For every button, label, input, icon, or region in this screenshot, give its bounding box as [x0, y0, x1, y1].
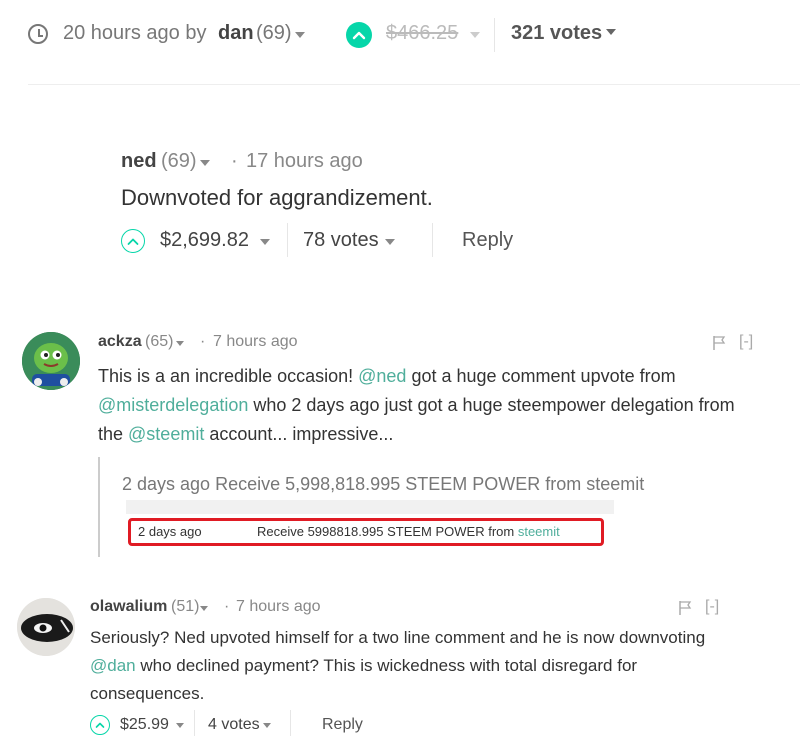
screenshot-header-strip: [126, 500, 614, 514]
author-menu-chevron-down-icon[interactable]: [176, 341, 184, 346]
post-votes[interactable]: 321 votes: [511, 22, 602, 45]
comment-payout[interactable]: $25.99: [120, 716, 169, 734]
comment-body-line: consequences.: [90, 684, 205, 703]
comment-votes[interactable]: 4 votes: [208, 716, 260, 734]
post-footer-bar: 20 hours ago by dan (69) $466.25 321 vot…: [0, 0, 800, 85]
post-author[interactable]: dan: [218, 22, 254, 45]
comment-body-line: @dan who declined payment? This is wicke…: [90, 656, 638, 675]
reply-button[interactable]: Reply: [462, 229, 513, 252]
chevron-up-icon: [95, 722, 105, 728]
chevron-up-icon: [352, 31, 366, 40]
flag-icon[interactable]: [678, 600, 692, 616]
collapse-button[interactable]: [-]: [739, 333, 753, 351]
chevron-up-icon: [127, 238, 139, 245]
reply-button[interactable]: Reply: [322, 716, 363, 734]
screenshot-link: steemit: [517, 524, 560, 539]
author-menu-chevron-down-icon[interactable]: [200, 606, 208, 611]
comment-olawalium: olawalium (51) · 7 hours ago [-] Serious…: [0, 590, 800, 745]
avatar[interactable]: [17, 598, 75, 656]
flag-icon[interactable]: [712, 335, 726, 351]
post-time: 20 hours ago by: [63, 22, 207, 44]
post-author-rep: (69): [256, 22, 292, 44]
divider: [290, 710, 291, 736]
comment-body: This is a an incredible occasion! @ned g…: [98, 362, 778, 449]
post-payout[interactable]: $466.25: [386, 22, 458, 45]
avatar[interactable]: [22, 332, 80, 390]
divider: [494, 18, 495, 52]
avatar-image: [17, 598, 75, 656]
comment-body-line: Seriously? Ned upvoted himself for a two…: [90, 628, 706, 647]
payout-chevron-down-icon[interactable]: [260, 239, 270, 245]
upvote-button[interactable]: [121, 229, 145, 253]
separator-dot: ·: [224, 598, 230, 615]
mention-link[interactable]: @steemit: [128, 424, 204, 444]
comment-author-rep: (69): [161, 150, 197, 172]
payout-chevron-down-icon[interactable]: [176, 723, 184, 728]
votes-chevron-down-icon[interactable]: [263, 723, 271, 728]
divider: [28, 84, 800, 85]
collapse-button[interactable]: [-]: [705, 598, 719, 616]
comment-body-line: the @steemit account... impressive...: [98, 424, 394, 444]
comment-author-rep: (51): [171, 598, 200, 615]
comment-body: Seriously? Ned upvoted himself for a two…: [90, 624, 780, 708]
blockquote-bar: [98, 457, 100, 557]
divider: [194, 710, 195, 736]
comment-time[interactable]: 17 hours ago: [246, 150, 363, 173]
mention-link[interactable]: @dan: [90, 656, 136, 675]
screenshot-date: 2 days ago: [138, 524, 202, 539]
comment-author[interactable]: olawalium: [90, 598, 167, 616]
payout-chevron-down-icon[interactable]: [470, 32, 480, 38]
avatar-image: [22, 332, 80, 390]
comment-votes[interactable]: 78 votes: [303, 229, 379, 252]
comment-author-rep: (65): [145, 333, 174, 350]
mention-link[interactable]: @misterdelegation: [98, 395, 248, 415]
comment-body-line: @misterdelegation who 2 days ago just go…: [98, 395, 735, 415]
divider: [432, 223, 433, 257]
comment-payout[interactable]: $2,699.82: [160, 229, 249, 252]
author-menu-chevron-down-icon[interactable]: [295, 32, 305, 38]
comment-author[interactable]: ned: [121, 150, 157, 173]
separator-dot: ·: [200, 333, 206, 350]
author-menu-chevron-down-icon[interactable]: [200, 160, 210, 166]
comment-body: Downvoted for aggrandizement.: [121, 185, 433, 210]
upvote-button[interactable]: [346, 22, 372, 48]
comment-ackza: ackza (65) · 7 hours ago [-] This is a a…: [0, 320, 800, 565]
votes-chevron-down-icon[interactable]: [606, 29, 616, 35]
embedded-screenshot: 2 days ago Receive 5998818.995 STEEM POW…: [126, 500, 614, 550]
upvote-button[interactable]: [90, 715, 110, 735]
divider: [287, 223, 288, 257]
mention-link[interactable]: @ned: [358, 366, 406, 386]
comment-author[interactable]: ackza: [98, 333, 142, 351]
screenshot-transfer-text: Receive 5998818.995 STEEM POWER from ste…: [257, 524, 560, 539]
comment-time[interactable]: 7 hours ago: [213, 333, 298, 351]
comment-body-line: This is a an incredible occasion! @ned g…: [98, 366, 676, 386]
separator-dot: ·: [231, 150, 238, 172]
clock-icon: [28, 24, 48, 44]
blockquote-text: 2 days ago Receive 5,998,818.995 STEEM P…: [122, 474, 645, 494]
votes-chevron-down-icon[interactable]: [385, 239, 395, 245]
comment-time[interactable]: 7 hours ago: [236, 598, 321, 616]
comment-ned: ned (69) · 17 hours ago Downvoted for ag…: [0, 140, 800, 270]
